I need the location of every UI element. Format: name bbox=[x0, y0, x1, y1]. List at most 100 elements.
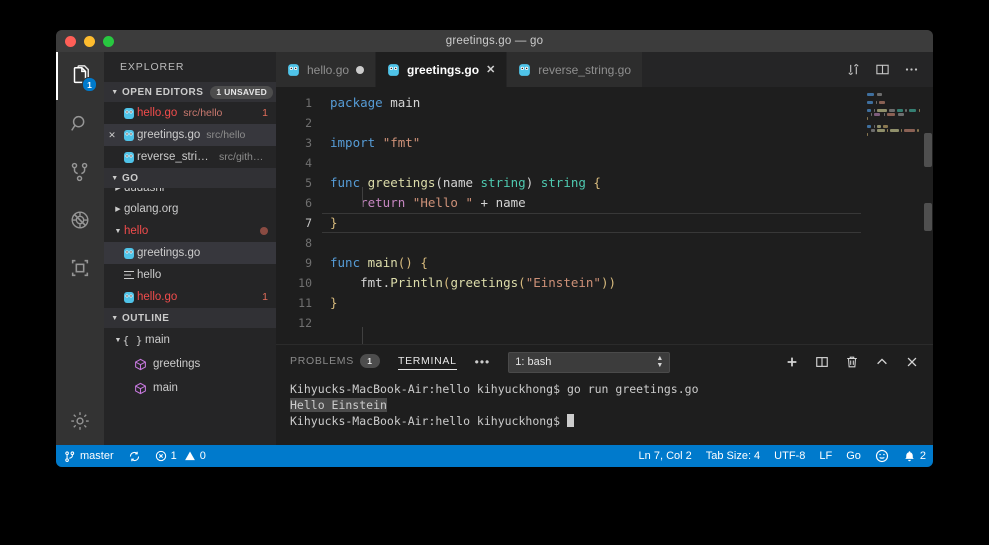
status-sync[interactable] bbox=[121, 445, 148, 467]
status-encoding[interactable]: UTF-8 bbox=[767, 445, 812, 467]
outline-item-greetings[interactable]: greetings bbox=[104, 352, 276, 376]
panel-more-icon[interactable]: ••• bbox=[475, 355, 491, 369]
code-token: } bbox=[330, 295, 338, 310]
tree-item-hello-binary[interactable]: hello bbox=[104, 264, 276, 286]
code-line[interactable]: return "Hello " + name bbox=[322, 193, 861, 213]
outline-item-main-namespace[interactable]: ▼ { } main bbox=[104, 328, 276, 352]
tree-item-hello-folder[interactable]: ▼ hello bbox=[104, 220, 276, 242]
split-terminal-icon[interactable] bbox=[815, 355, 829, 369]
terminal-line: Kihyucks-MacBook-Air:hello kihyuckhong$ … bbox=[290, 382, 699, 396]
code-line[interactable]: } bbox=[322, 213, 861, 233]
code-line[interactable]: } bbox=[322, 293, 861, 313]
panel-tab-terminal[interactable]: TERMINAL bbox=[397, 355, 457, 370]
code-editor[interactable]: 1 2 3 4 5 6 7 8 9 10 11 12 package main import "fmt… bbox=[276, 87, 933, 344]
panel-tab-problems[interactable]: PROBLEMS 1 bbox=[290, 354, 380, 370]
panel-tab-label: PROBLEMS bbox=[290, 355, 354, 367]
open-editor-greetings-go[interactable]: ✕ greetings.go src/hello bbox=[104, 124, 276, 146]
code-line[interactable]: func main() { bbox=[322, 253, 861, 273]
tree-item-clipped[interactable]: ▶ dudashi bbox=[104, 188, 276, 198]
chevron-right-icon: ▶ bbox=[115, 188, 121, 192]
status-problems[interactable]: 1 0 bbox=[148, 445, 213, 467]
status-branch[interactable]: master bbox=[56, 445, 121, 467]
code-token: Println bbox=[390, 275, 443, 290]
activity-debug-icon[interactable] bbox=[56, 196, 104, 244]
code-line[interactable]: import "fmt" bbox=[322, 133, 861, 153]
open-editor-reverse-string-go[interactable]: reverse_string.go src/github.... bbox=[104, 146, 276, 168]
outline-header[interactable]: ▼ OUTLINE bbox=[104, 308, 276, 328]
code-line[interactable] bbox=[322, 153, 861, 173]
line-number: 12 bbox=[298, 316, 312, 330]
editor-tab-bar: hello.go greetings.go ✕ reverse_string.g… bbox=[276, 52, 933, 87]
kill-terminal-trash-icon[interactable] bbox=[845, 355, 859, 369]
terminal-line: Hello Einstein bbox=[290, 398, 387, 412]
tab-label: greetings.go bbox=[407, 62, 480, 77]
code-token: import bbox=[330, 135, 376, 150]
add-terminal-icon[interactable] bbox=[785, 355, 799, 369]
code-line[interactable]: fmt.Println(greetings("Einstein")) bbox=[322, 273, 861, 293]
more-actions-icon[interactable] bbox=[904, 62, 919, 77]
go-file-icon bbox=[120, 247, 137, 260]
line-number: 11 bbox=[298, 296, 312, 310]
status-language-mode[interactable]: Go bbox=[839, 445, 868, 467]
outline-item-main[interactable]: main bbox=[104, 376, 276, 400]
line-number: 7 bbox=[305, 216, 312, 230]
activity-source-control-icon[interactable] bbox=[56, 148, 104, 196]
tab-dirty-dot[interactable] bbox=[356, 65, 365, 74]
code-token: func bbox=[330, 255, 361, 270]
close-panel-icon[interactable] bbox=[905, 355, 919, 369]
go-folder-header[interactable]: ▼ GO bbox=[104, 168, 276, 188]
activity-extensions-icon[interactable] bbox=[56, 244, 104, 292]
notification-count: 2 bbox=[919, 450, 926, 462]
line-number: 10 bbox=[298, 276, 312, 290]
open-editors-header[interactable]: ▼ OPEN EDITORS 1 UNSAVED bbox=[104, 82, 276, 102]
code-line[interactable] bbox=[322, 313, 861, 333]
status-eol[interactable]: LF bbox=[812, 445, 839, 467]
activity-search-icon[interactable] bbox=[56, 100, 104, 148]
code-line[interactable]: package main bbox=[322, 93, 861, 113]
code-token: "Einstein" bbox=[525, 275, 601, 290]
tab-reverse-string-go[interactable]: reverse_string.go bbox=[507, 52, 643, 87]
bell-icon bbox=[903, 450, 916, 463]
code-line[interactable]: func greetings(name string) string { bbox=[322, 173, 861, 193]
terminal-selector-dropdown[interactable]: 1: bash ▲ ▼ bbox=[508, 351, 671, 373]
status-tab-size[interactable]: Tab Size: 4 bbox=[699, 445, 767, 467]
tab-hello-go[interactable]: hello.go bbox=[276, 52, 377, 87]
outline-item-label: greetings bbox=[153, 358, 201, 370]
status-notifications[interactable]: 2 bbox=[896, 445, 933, 467]
namespace-icon: { } bbox=[122, 333, 143, 347]
status-feedback-smiley[interactable] bbox=[868, 445, 896, 467]
branch-label: master bbox=[80, 450, 114, 462]
code-line[interactable] bbox=[322, 233, 861, 253]
open-editor-path: src/hello bbox=[183, 107, 223, 119]
activity-explorer-icon[interactable]: 1 bbox=[56, 52, 104, 100]
window-title: greetings.go — go bbox=[445, 35, 544, 47]
go-file-icon bbox=[518, 63, 531, 77]
binary-file-icon bbox=[120, 269, 137, 281]
activity-settings-gear-icon[interactable] bbox=[56, 397, 104, 445]
go-folder-label: GO bbox=[122, 172, 139, 184]
code-content[interactable]: package main import "fmt" func greetings… bbox=[322, 87, 861, 344]
close-icon[interactable]: ✕ bbox=[486, 63, 495, 76]
split-editor-icon[interactable] bbox=[875, 62, 890, 77]
status-bar: master 1 0 Ln 7, Col 2 Tab Size: 4 UTF-8… bbox=[56, 445, 933, 467]
tree-item-label: dudashi bbox=[124, 188, 165, 194]
close-icon[interactable]: ✕ bbox=[104, 130, 120, 141]
tree-item-label: golang.org bbox=[124, 203, 179, 215]
tree-item-hello-go[interactable]: hello.go 1 bbox=[104, 286, 276, 308]
indent-guide bbox=[362, 187, 363, 207]
status-cursor-position[interactable]: Ln 7, Col 2 bbox=[632, 445, 699, 467]
split-compare-icon[interactable] bbox=[846, 62, 861, 77]
editor-scrollbar[interactable] bbox=[923, 87, 933, 344]
tree-item-greetings-go[interactable]: greetings.go bbox=[104, 242, 276, 264]
maximize-panel-icon[interactable] bbox=[875, 355, 889, 369]
code-token: main bbox=[382, 95, 421, 110]
code-line[interactable] bbox=[322, 113, 861, 133]
tree-item-golang-org[interactable]: ▶ golang.org bbox=[104, 198, 276, 220]
open-editor-hello-go[interactable]: hello.go src/hello 1 bbox=[104, 102, 276, 124]
tab-greetings-go[interactable]: greetings.go ✕ bbox=[376, 52, 508, 87]
function-cube-icon bbox=[132, 358, 149, 371]
terminal-output[interactable]: Kihyucks-MacBook-Air:hello kihyuckhong$ … bbox=[276, 379, 933, 445]
chevron-updown-icon: ▲ ▼ bbox=[656, 355, 664, 369]
